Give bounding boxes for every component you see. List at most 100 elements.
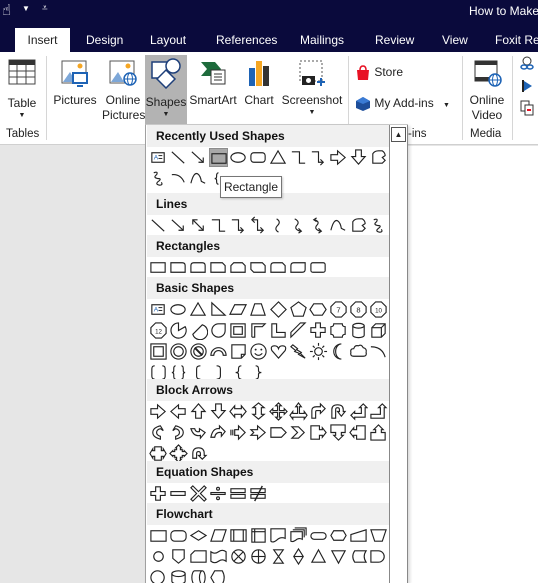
shape-notched-icon[interactable] [249,423,268,442]
shape-diagstripe-icon[interactable] [289,321,308,340]
shape-fc-data-icon[interactable] [209,526,228,545]
shape-smiley-icon[interactable] [249,342,268,361]
shape-fc-seq-access-icon[interactable] [149,568,168,583]
shape-donut-icon[interactable] [169,342,188,361]
shape-fc-card-icon[interactable] [189,547,208,566]
shape-oval-icon[interactable] [229,148,248,167]
shape-elbowdarrow-icon[interactable] [249,216,268,235]
table-button[interactable]: Table ▼ [4,58,40,126]
shape-curvedarrow-icon[interactable] [309,216,328,235]
shape-arc-icon[interactable] [209,342,228,361]
shape-fc-predef-icon[interactable] [229,526,248,545]
shape-textbox-icon[interactable]: A [149,148,168,167]
shape-arcline-icon[interactable] [369,342,388,361]
tab-mailings[interactable]: Mailings [300,28,344,52]
shape-darrowline-icon[interactable] [189,216,208,235]
shape-lshape-icon[interactable] [269,321,288,340]
shape-pie-icon[interactable] [169,321,188,340]
shape-freeform-icon[interactable] [369,148,388,167]
shape-arcleft-icon[interactable] [169,169,188,188]
shape-lightning-icon[interactable] [289,342,308,361]
shape-uturn-icon[interactable] [329,402,348,421]
shape-oval-icon[interactable] [169,300,188,319]
shape-cloud-icon[interactable] [349,342,368,361]
shape-fc-mag-disk-icon[interactable] [169,568,188,583]
shape-arrowline-icon[interactable] [169,216,188,235]
shape-fc-decision-icon[interactable] [189,526,208,545]
shape-fc-display-icon[interactable] [209,568,228,583]
shape-snip1-icon[interactable] [209,258,228,277]
shape-curvearrow-icon[interactable] [289,216,308,235]
shape-triangle-icon[interactable] [189,300,208,319]
shape-sun-icon[interactable] [309,342,328,361]
screenshot-button[interactable]: Screenshot ▼ [281,58,343,126]
shape-fc-stored-icon[interactable] [349,547,368,566]
shape-callout-u-icon[interactable] [369,423,388,442]
shape-arrowline-icon[interactable] [189,148,208,167]
bookmark-icon[interactable] [520,78,534,94]
shape-round2diag-icon[interactable] [289,258,308,277]
shapes-button[interactable]: Shapes ▼ [145,55,187,125]
shape-arrow-u-icon[interactable] [189,402,208,421]
shape-eq-minus-icon[interactable] [169,484,188,503]
shape-curved-l-icon[interactable] [169,423,188,442]
shape-curved-r-icon[interactable] [149,423,168,442]
shape-quad-icon[interactable] [269,402,288,421]
shape-leftup-icon[interactable] [349,402,368,421]
shape-can-icon[interactable] [349,321,368,340]
shape-fc-collate-icon[interactable] [269,547,288,566]
online-video-button[interactable]: Online Video [466,58,508,126]
shape-oct7-icon[interactable]: 7 [329,300,348,319]
shape-triarrow-icon[interactable] [289,402,308,421]
shape-fc-offpage-icon[interactable] [169,547,188,566]
shape-plaque-icon[interactable] [329,321,348,340]
shape-fc-doc-icon[interactable] [269,526,288,545]
online-pictures-button[interactable]: Online Pictures [102,58,145,126]
cross-reference-icon[interactable] [520,100,534,116]
shape-freeform-icon[interactable] [349,216,368,235]
shape-rrect-icon[interactable] [249,148,268,167]
tab-view[interactable]: View [442,28,468,52]
shape-line-icon[interactable] [149,216,168,235]
shape-callout-l-icon[interactable] [349,423,368,442]
shape-curved-d-icon[interactable] [209,423,228,442]
shape-eq-div-icon[interactable] [209,484,228,503]
shape-callout-d-icon[interactable] [329,423,348,442]
shape-scribble-icon[interactable] [149,169,168,188]
tab-insert[interactable]: Insert [15,28,70,52]
shape-elbow-icon[interactable] [289,148,308,167]
gallery-scrollbar[interactable]: ▲ [389,125,408,583]
shape-arrow-r-icon[interactable] [329,148,348,167]
shape-oct10-icon[interactable]: 10 [369,300,388,319]
shape-fc-manual-op-icon[interactable] [369,526,388,545]
shape-elbowarrow-icon[interactable] [309,148,328,167]
pictures-button[interactable]: Pictures [52,58,98,107]
scroll-up-button[interactable]: ▲ [391,127,406,142]
shape-diamond-icon[interactable] [269,300,288,319]
shape-rect-icon[interactable] [149,258,168,277]
shape-rect-icon[interactable] [209,148,228,167]
customize-qat-icon[interactable]: ⩡ [42,3,48,14]
shape-foldedcorner-icon[interactable] [229,342,248,361]
shape-fc-manual-input-icon[interactable] [349,526,368,545]
shape-fc-alt-icon[interactable] [169,526,188,545]
shape-heart-icon[interactable] [269,342,288,361]
shape-round2same-icon[interactable] [189,258,208,277]
shape-snip2same-icon[interactable] [229,258,248,277]
shape-triangle-icon[interactable] [269,148,288,167]
shape-teardrop-icon[interactable] [209,321,228,340]
caret-down-icon[interactable]: ▼ [22,4,30,13]
shape-round1-icon[interactable] [169,258,188,277]
shape-chevron-icon[interactable] [289,423,308,442]
shape-chord-icon[interactable] [189,321,208,340]
shape-fc-tape-icon[interactable] [209,547,228,566]
shape-striped-icon[interactable] [229,423,248,442]
shape-wave-icon[interactable] [329,216,348,235]
shape-cube-icon[interactable] [369,321,388,340]
shape-line-icon[interactable] [169,148,188,167]
tab-foxit[interactable]: Foxit Re [495,28,538,52]
shape-sniprnd-icon[interactable] [269,258,288,277]
shape-eq-eq-icon[interactable] [229,484,248,503]
shape-fc-sum-junction-icon[interactable] [229,547,248,566]
shape-arrow-r-icon[interactable] [149,402,168,421]
